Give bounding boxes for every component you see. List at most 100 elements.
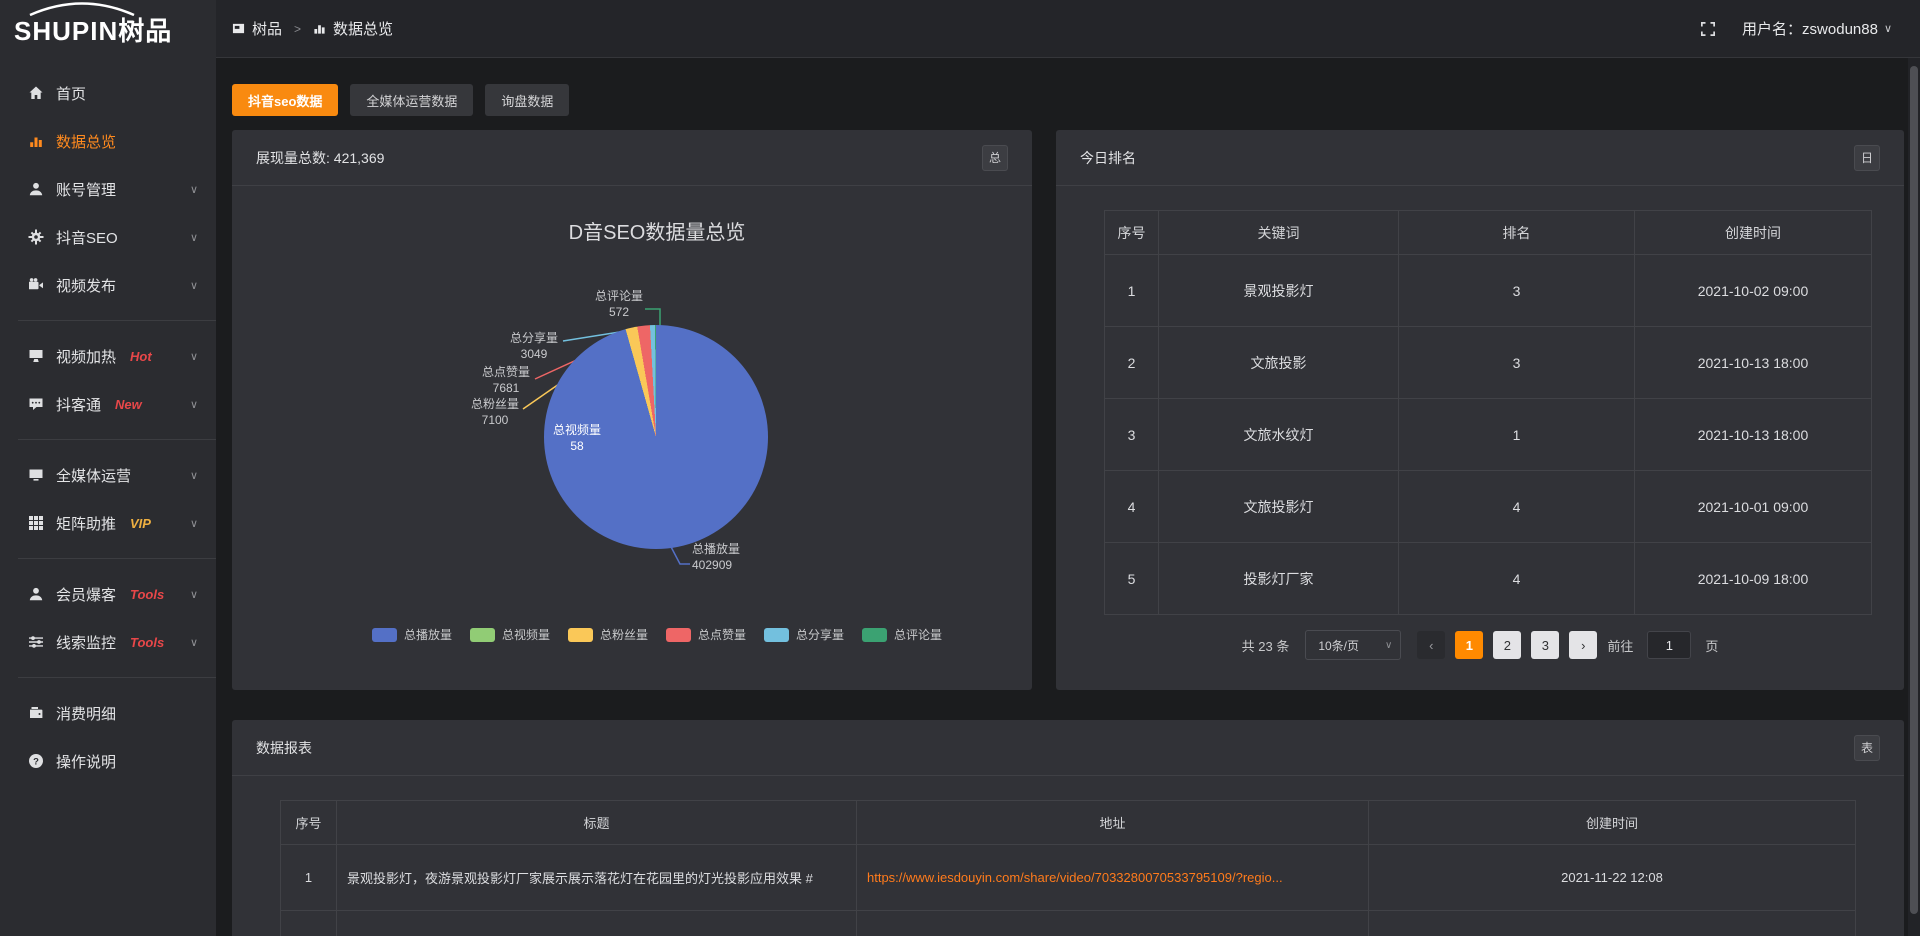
goto-page-input[interactable] (1647, 631, 1691, 659)
chart-legend: 总播放量 总视频量 总粉丝量 总点赞量 总分享量 总评论量 (282, 626, 1032, 643)
table-cell: 1 (281, 845, 337, 911)
day-toggle-button[interactable]: 日 (1854, 145, 1880, 171)
sidebar-divider (18, 320, 216, 321)
tab-2[interactable]: 询盘数据 (485, 84, 569, 116)
table-cell: 1 (1105, 255, 1159, 327)
sidebar-item-15[interactable]: 消费明细 (0, 689, 216, 737)
page-button-1[interactable]: 1 (1455, 631, 1483, 659)
table-cell: 5 (1105, 543, 1159, 615)
logo: SHUPIN树品 (0, 0, 216, 58)
sidebar-item-3[interactable]: 抖音SEO ∨ (0, 213, 216, 261)
chevron-down-icon: ∨ (190, 398, 198, 411)
table-cell (1369, 911, 1856, 936)
table-cell: 景观投影灯，夜游景观投影灯厂家展示展示落花灯在花园里的灯光投影应用效果 # (337, 845, 857, 911)
legend-item[interactable]: 总评论量 (862, 626, 942, 643)
table-cell: 4 (1105, 471, 1159, 543)
legend-item[interactable]: 总播放量 (372, 626, 452, 643)
legend-swatch (470, 628, 495, 642)
sidebar-item-16[interactable]: ?操作说明 (0, 737, 216, 785)
legend-swatch (862, 628, 887, 642)
pie-label: 总评论量572 (574, 288, 664, 320)
svg-text:?: ? (33, 756, 39, 767)
legend-item[interactable]: 总粉丝量 (568, 626, 648, 643)
chevron-down-icon: ∨ (190, 588, 198, 601)
sidebar-item-2[interactable]: 账号管理∨ (0, 165, 216, 213)
sidebar-item-0[interactable]: 首页 (0, 69, 216, 117)
legend-swatch (666, 628, 691, 642)
chart-title: D音SEO数据量总览 (282, 216, 1032, 245)
sidebar-divider (18, 677, 216, 678)
sidebar-item-7[interactable]: 抖客通New∨ (0, 380, 216, 428)
page-button-3[interactable]: 3 (1531, 631, 1559, 659)
sidebar-item-6[interactable]: 视频加热Hot∨ (0, 332, 216, 380)
legend-swatch (568, 628, 593, 642)
chevron-down-icon: ∨ (190, 231, 198, 244)
breadcrumb-label: 数据总览 (333, 18, 393, 39)
table-cell: 投影灯厂家 (1159, 543, 1399, 615)
sidebar-item-1[interactable]: 数据总览 (0, 117, 216, 165)
sidebar-item-9[interactable]: 全媒体运营∨ (0, 451, 216, 499)
logo-arc (26, 2, 138, 16)
page-size-select[interactable]: 10条/页∨ (1305, 630, 1401, 660)
legend-item[interactable]: 总视频量 (470, 626, 550, 643)
table-row: 1景观投影灯，夜游景观投影灯厂家展示展示落花灯在花园里的灯光投影应用效果 # ht… (281, 845, 1856, 911)
sidebar-item-label: 矩阵助推 (56, 513, 116, 534)
next-page-button[interactable]: › (1569, 631, 1597, 659)
video-link[interactable]: https://www.iesdouyin.com/share/video/70… (867, 870, 1283, 885)
prev-page-button[interactable]: ‹ (1417, 631, 1445, 659)
legend-item[interactable]: 总点赞量 (666, 626, 746, 643)
page-button-2[interactable]: 2 (1493, 631, 1521, 659)
table-cell: https://www.iesdouyin.com/share/video/70… (857, 845, 1369, 911)
legend-swatch (764, 628, 789, 642)
user-menu[interactable]: 用户名：zswodun88 ∨ (1742, 18, 1892, 39)
table-toggle-button[interactable]: 表 (1854, 735, 1880, 761)
column-header: 序号 (1105, 211, 1159, 255)
column-header: 标题 (337, 801, 857, 845)
table-cell: 景观投影灯 (1159, 255, 1399, 327)
chevron-down-icon: ∨ (190, 636, 198, 649)
breadcrumb-item-current[interactable]: 数据总览 (313, 18, 393, 39)
grid-icon (28, 515, 44, 531)
table-row: 3文旅水纹灯12021-10-13 18:00 (1105, 399, 1872, 471)
table-cell: 文旅投影 (1159, 327, 1399, 399)
sidebar-item-4[interactable]: 视频发布∨ (0, 261, 216, 309)
pie-label: 总粉丝量7100 (450, 396, 540, 428)
legend-label: 总粉丝量 (600, 626, 648, 643)
fullscreen-icon[interactable] (1700, 21, 1716, 37)
sidebar-item-label: 抖音SEO (56, 227, 118, 248)
gear-icon (28, 229, 44, 245)
sidebar-item-13[interactable]: 线索监控Tools∨ (0, 618, 216, 666)
member-icon (28, 586, 44, 602)
sidebar-item-10[interactable]: 矩阵助推VIP∨ (0, 499, 216, 547)
pie-label: 总播放量402909 (692, 541, 802, 573)
report-table: 序号标题地址创建时间1景观投影灯，夜游景观投影灯厂家展示展示落花灯在花园里的灯光… (280, 800, 1856, 936)
app-square-icon (232, 22, 245, 35)
report-panel-title: 数据报表 (256, 738, 312, 758)
tab-0[interactable]: 抖音seo数据 (232, 84, 338, 116)
table-cell: 文旅投影灯 (1159, 471, 1399, 543)
table-row (281, 911, 1856, 936)
overview-panel-header: 展现量总数: 421,369 总 (232, 130, 1032, 186)
scrollbar-thumb[interactable] (1910, 66, 1918, 914)
scrollbar-track[interactable] (1908, 58, 1920, 936)
total-toggle-button[interactable]: 总 (982, 145, 1008, 171)
tab-1[interactable]: 全媒体运营数据 (350, 84, 473, 116)
sidebar-item-label: 全媒体运营 (56, 465, 131, 486)
table-cell: 2021-10-13 18:00 (1635, 327, 1872, 399)
ranking-panel: 今日排名 日 序号关键词排名创建时间1景观投影灯32021-10-02 09:0… (1056, 130, 1904, 690)
wallet-icon (28, 705, 44, 721)
sidebar-item-label: 会员爆客 (56, 584, 116, 605)
chevron-down-icon: ∨ (1884, 22, 1892, 35)
chat-icon (28, 396, 44, 412)
column-header: 地址 (857, 801, 1369, 845)
sidebar-badge: Hot (130, 349, 152, 364)
goto-suffix: 页 (1705, 636, 1718, 655)
legend-item[interactable]: 总分享量 (764, 626, 844, 643)
sidebar-item-12[interactable]: 会员爆客Tools∨ (0, 570, 216, 618)
breadcrumb-item-home[interactable]: 树品 (232, 18, 282, 39)
user-icon (28, 181, 44, 197)
table-cell: 文旅水纹灯 (1159, 399, 1399, 471)
sidebar-item-label: 视频加热 (56, 346, 116, 367)
chevron-down-icon: ∨ (190, 183, 198, 196)
table-cell: 3 (1399, 255, 1635, 327)
